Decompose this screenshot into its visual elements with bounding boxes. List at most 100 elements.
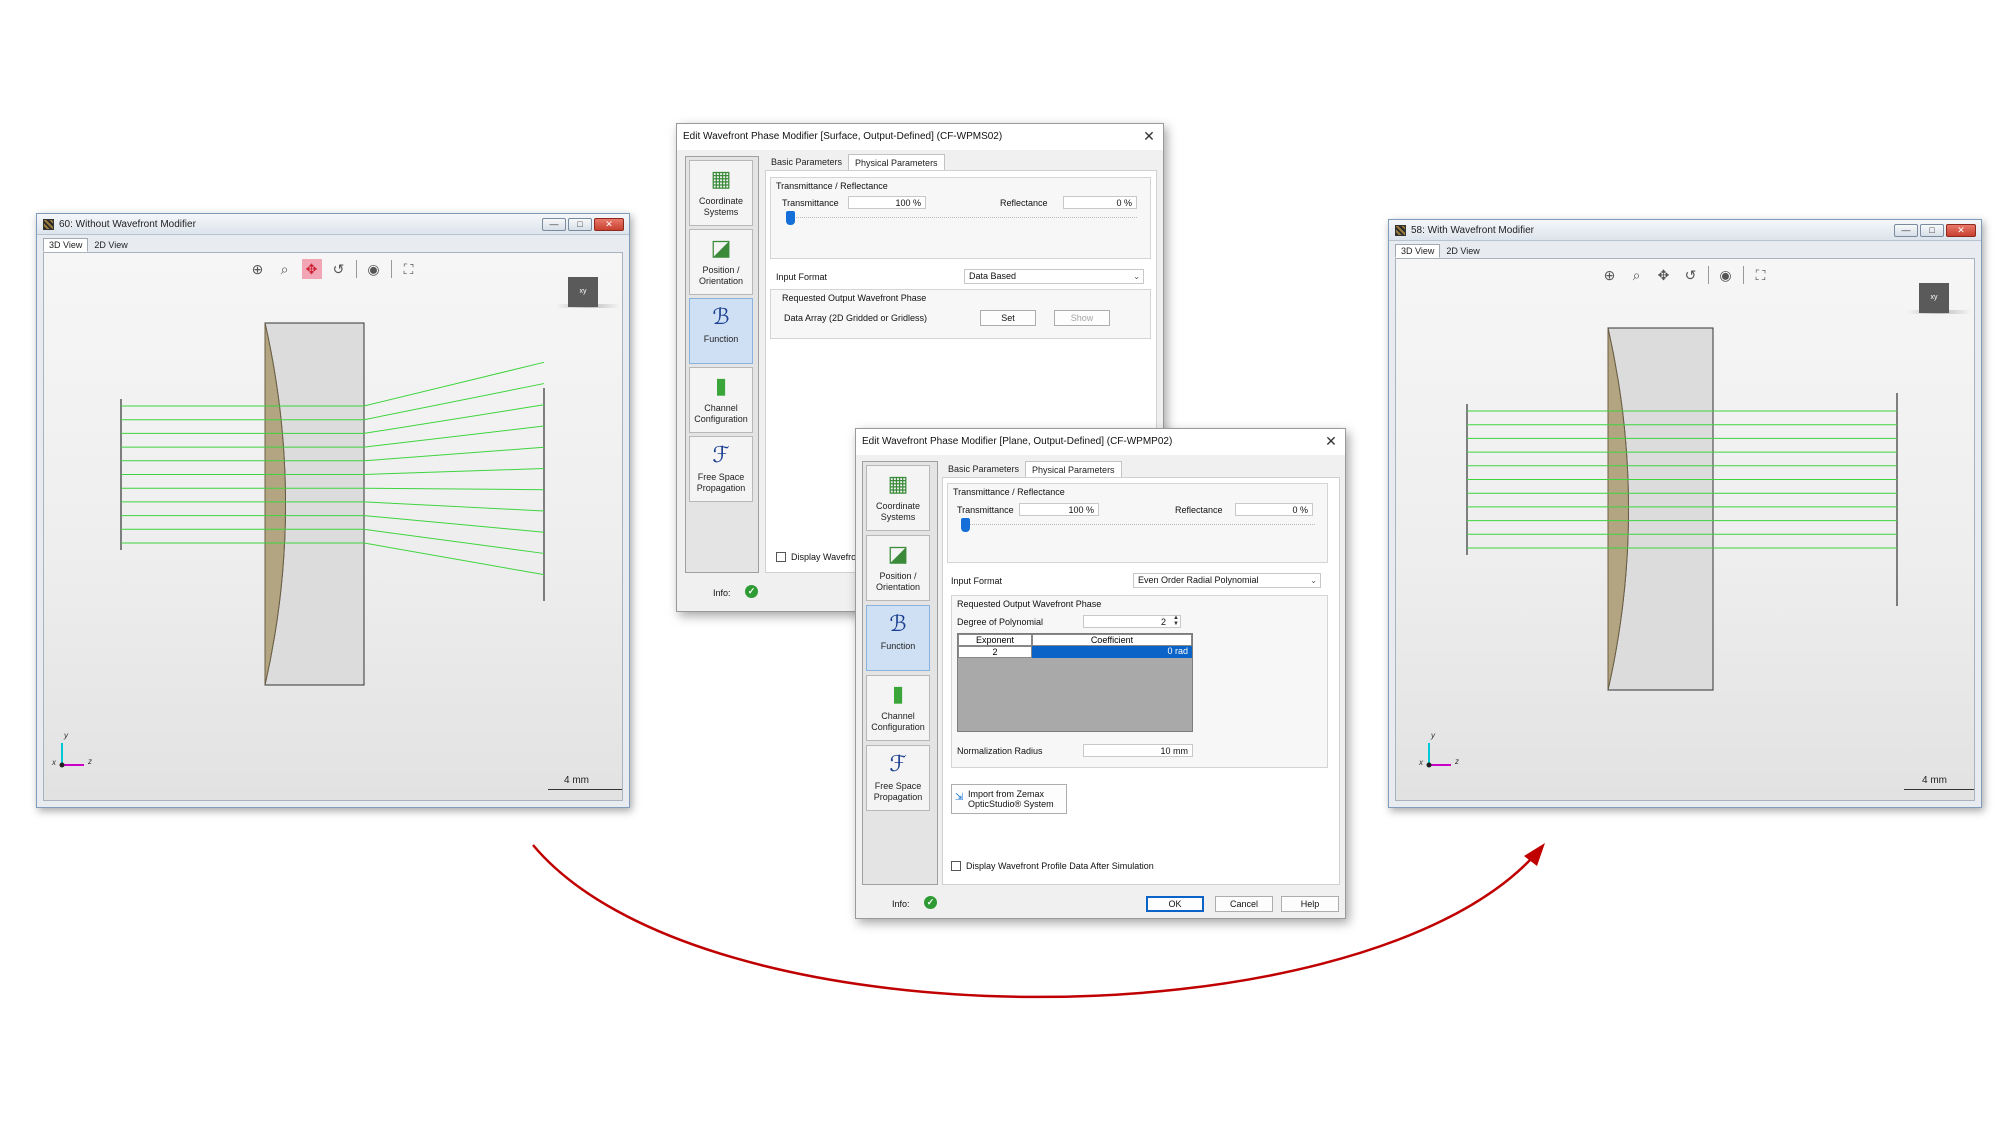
transmittance-slider-track[interactable]: [788, 217, 1137, 220]
sidebar-item-position-orientation[interactable]: ◪ Position / Orientation: [866, 535, 930, 601]
right-viewer-title: 58: With Wavefront Modifier: [1411, 225, 1535, 236]
input-format-label: Input Format: [776, 272, 828, 282]
axis-x-label: x: [1419, 758, 1423, 767]
sidebar-item-free-space-propagation[interactable]: ℱ Free Space Propagation: [689, 436, 753, 502]
status-ok-icon: ✓: [924, 896, 937, 909]
function-icon: ℬ: [889, 611, 907, 636]
reflectance-field[interactable]: 0 %: [1063, 196, 1137, 209]
sidebar-item-coordinate-systems[interactable]: ▦ Coordinate Systems: [866, 465, 930, 531]
right-viewer-titlebar[interactable]: 58: With Wavefront Modifier: [1389, 220, 1981, 241]
input-format-value: Even Order Radial Polynomial: [1138, 575, 1259, 585]
sidebar-item-position-orientation[interactable]: ◪ Position / Orientation: [689, 229, 753, 295]
scale-bar: [548, 789, 622, 790]
left-viewer-window: 60: Without Wavefront Modifier — □ ✕ 3D …: [36, 213, 630, 808]
axis-origin: [1426, 762, 1432, 768]
input-format-label: Input Format: [951, 576, 1003, 586]
requested-phase-label: Requested Output Wavefront Phase: [782, 293, 927, 303]
right-optical-scene: [1426, 327, 1898, 768]
help-button[interactable]: Help: [1281, 896, 1339, 912]
display-wavefront-label: Display Wavefront: [791, 552, 864, 562]
left-viewer-titlebar[interactable]: 60: Without Wavefront Modifier: [37, 214, 629, 235]
reflectance-label: Reflectance: [1000, 198, 1048, 208]
transmittance-slider-track[interactable]: [963, 524, 1315, 527]
normalization-radius-field[interactable]: 10 mm: [1083, 744, 1193, 757]
dialog2-sidebar: ▦ Coordinate Systems ◪ Position / Orient…: [862, 461, 938, 885]
reflectance-field[interactable]: 0 %: [1235, 503, 1313, 516]
dialog1-title[interactable]: Edit Wavefront Phase Modifier [Surface, …: [677, 124, 1163, 150]
input-format-select[interactable]: Data Based ⌄: [964, 269, 1144, 284]
tab-basic-parameters[interactable]: Basic Parameters: [765, 154, 848, 171]
trans-reflect-group-label: Transmittance / Reflectance: [776, 181, 888, 191]
tab-physical-parameters[interactable]: Physical Parameters: [848, 154, 945, 171]
left-3d-canvas[interactable]: ⊕ ⌕ ✥ ↺ ◉ ⛶ xy y x z 4 mm: [43, 252, 623, 801]
sidebar-item-channel-configuration[interactable]: ▮ Channel Configuration: [689, 367, 753, 433]
sidebar-item-function[interactable]: ℬ Function: [866, 605, 930, 671]
maximize-button[interactable]: □: [1920, 224, 1944, 237]
app-icon: [43, 219, 54, 230]
table-header-exponent: Exponent: [958, 634, 1032, 646]
import-zemax-button[interactable]: ⇲ Import from Zemax OpticStudio® System: [951, 784, 1067, 814]
input-format-select[interactable]: Even Order Radial Polynomial ⌄: [1133, 573, 1321, 588]
set-button[interactable]: Set: [980, 310, 1036, 326]
right-3d-canvas[interactable]: ⊕ ⌕ ✥ ↺ ◉ ⛶ xy y x z 4 mm: [1395, 258, 1975, 801]
maximize-button[interactable]: □: [568, 218, 592, 231]
dialog-plane-modifier: Edit Wavefront Phase Modifier [Plane, Ou…: [855, 428, 1346, 919]
coefficient-table: Exponent Coefficient 2 0 rad: [957, 633, 1193, 732]
dialog2-panel: Transmittance / Reflectance Transmittanc…: [942, 477, 1340, 885]
close-button[interactable]: ✕: [594, 218, 624, 231]
position-orientation-icon: ◪: [710, 235, 732, 260]
stepper-arrows-icon[interactable]: ▲ ▼: [1171, 615, 1181, 628]
axis-origin: [59, 762, 65, 768]
transmittance-label: Transmittance: [957, 505, 1014, 515]
view-tabs: 3D View 2D View: [43, 238, 134, 252]
close-icon[interactable]: ✕: [1141, 128, 1157, 144]
close-button[interactable]: ✕: [1946, 224, 1976, 237]
window-controls: — □ ✕: [542, 218, 624, 232]
sidebar-item-coordinate-systems[interactable]: ▦ Coordinate Systems: [689, 160, 753, 226]
reflectance-label: Reflectance: [1175, 505, 1223, 515]
sidebar-item-free-space-propagation[interactable]: ℱ Free Space Propagation: [866, 745, 930, 811]
axis-z-label: z: [88, 757, 92, 766]
table-header-coefficient: Coefficient: [1032, 634, 1192, 646]
minimize-button[interactable]: —: [542, 218, 566, 231]
normalization-radius-label: Normalization Radius: [957, 746, 1043, 756]
transmittance-field[interactable]: 100 %: [848, 196, 926, 209]
right-viewer-window: 58: With Wavefront Modifier — □ ✕ 3D Vie…: [1388, 219, 1982, 808]
tab-2d-view[interactable]: 2D View: [1440, 244, 1485, 258]
transmittance-slider-thumb[interactable]: [786, 211, 795, 225]
degree-stepper[interactable]: 2: [1083, 615, 1181, 628]
display-wavefront-checkbox[interactable]: [776, 552, 786, 562]
tab-physical-parameters[interactable]: Physical Parameters: [1025, 461, 1122, 478]
dialog1-tabs: Basic Parameters Physical Parameters: [765, 154, 945, 171]
left-viewer-title: 60: Without Wavefront Modifier: [59, 219, 196, 230]
dialog1-sidebar: ▦ Coordinate Systems ◪ Position / Orient…: [685, 156, 759, 573]
chevron-down-icon: ⌄: [1310, 576, 1317, 585]
ok-button[interactable]: OK: [1146, 896, 1204, 912]
axis-y-label: y: [1431, 731, 1435, 740]
close-icon[interactable]: ✕: [1323, 433, 1339, 449]
tab-basic-parameters[interactable]: Basic Parameters: [942, 461, 1025, 478]
tab-3d-view[interactable]: 3D View: [1395, 244, 1441, 258]
dialog2-title[interactable]: Edit Wavefront Phase Modifier [Plane, Ou…: [856, 429, 1345, 455]
minimize-button[interactable]: —: [1894, 224, 1918, 237]
transmittance-label: Transmittance: [782, 198, 839, 208]
sidebar-item-channel-configuration[interactable]: ▮ Channel Configuration: [866, 675, 930, 741]
coordinate-systems-icon: ▦: [887, 471, 909, 496]
table-cell-exponent[interactable]: 2: [958, 646, 1032, 658]
free-space-propagation-icon: ℱ: [712, 442, 730, 467]
coordinate-systems-icon: ▦: [710, 166, 732, 191]
show-button[interactable]: Show: [1054, 310, 1110, 326]
cancel-button[interactable]: Cancel: [1215, 896, 1273, 912]
scale-bar: [1904, 789, 1974, 790]
tab-3d-view[interactable]: 3D View: [43, 238, 89, 252]
transmittance-slider-thumb[interactable]: [961, 518, 970, 532]
display-wavefront-checkbox[interactable]: [951, 861, 961, 871]
transmittance-field[interactable]: 100 %: [1019, 503, 1099, 516]
table-cell-coefficient[interactable]: 0 rad: [1032, 646, 1192, 658]
trans-reflect-group-label: Transmittance / Reflectance: [953, 487, 1065, 497]
free-space-propagation-icon: ℱ: [889, 751, 907, 776]
tab-2d-view[interactable]: 2D View: [88, 238, 133, 252]
sidebar-item-function[interactable]: ℬ Function: [689, 298, 753, 364]
left-optical-scene: [59, 322, 545, 768]
import-icon: ⇲: [955, 792, 964, 803]
